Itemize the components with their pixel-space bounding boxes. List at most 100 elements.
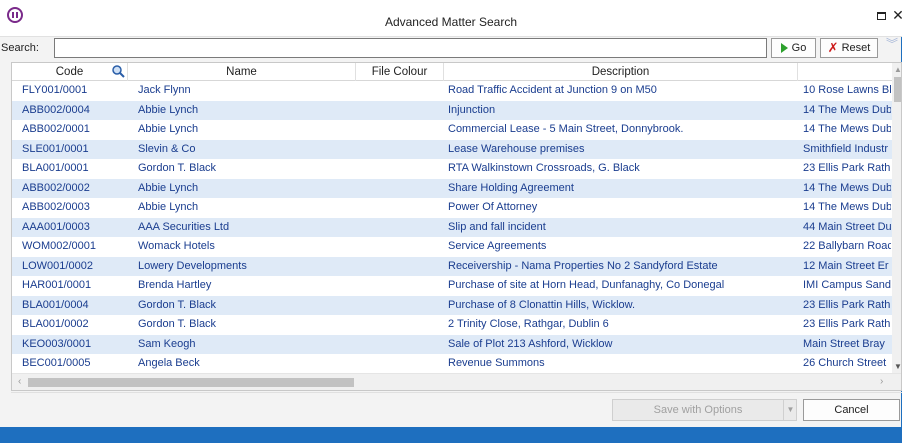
cell-address: 22 Ballybarn Roac: [803, 240, 891, 252]
cell-code: KEO003/0001: [22, 337, 92, 350]
table-row[interactable]: BLA001/0002 Gordon T. Black 2 Trinity Cl…: [12, 315, 892, 335]
table-row[interactable]: BEC001/0005 Angela Beck Revenue Summons …: [12, 354, 892, 374]
search-input[interactable]: [54, 38, 767, 58]
reset-x-icon: ✗: [827, 40, 839, 55]
cell-description: Road Traffic Accident at Junction 9 on M…: [448, 84, 657, 96]
go-button-label: Go: [791, 42, 807, 54]
scroll-left-icon[interactable]: ‹: [18, 376, 21, 387]
cell-name: Gordon T. Black: [138, 162, 217, 174]
cell-name: Lowery Developments: [138, 259, 247, 272]
reset-button[interactable]: ✗ Reset: [820, 38, 878, 58]
table-row[interactable]: ABB002/0001 Abbie Lynch Commercial Lease…: [12, 120, 892, 140]
grid-header: Code Name File Colour Description: [12, 63, 892, 81]
cell-code: BEC001/0005: [22, 357, 91, 369]
footer-divider: [11, 392, 902, 393]
reset-button-label: Reset: [841, 42, 871, 54]
restore-window-icon[interactable]: [874, 8, 888, 22]
cell-name: Abbie Lynch: [138, 103, 199, 116]
table-row[interactable]: FLY001/0001 Jack Flynn Road Traffic Acci…: [12, 81, 892, 101]
results-grid: Code Name File Colour Description FLY001…: [11, 62, 902, 391]
grid-rows: FLY001/0001 Jack Flynn Road Traffic Acci…: [12, 81, 892, 374]
scroll-up-icon[interactable]: ▲: [894, 65, 901, 74]
table-row[interactable]: ABB002/0002 Abbie Lynch Share Holding Ag…: [12, 178, 892, 198]
cell-address: 14 The Mews Dub: [803, 103, 891, 116]
chevron-down-icon[interactable]: ▼: [783, 400, 797, 420]
cell-name: Angela Beck: [138, 357, 200, 369]
horizontal-scrollbar[interactable]: ‹ ›: [12, 373, 901, 390]
collapse-chevrons-icon[interactable]: ︾: [884, 38, 900, 56]
cell-address: 14 The Mews Dub: [803, 201, 891, 213]
cell-code: ABB002/0003: [22, 201, 90, 213]
cell-code: BLA001/0001: [22, 162, 89, 174]
cell-description: Share Holding Agreement: [448, 181, 574, 194]
table-row[interactable]: BLA001/0001 Gordon T. Black RTA Walkinst…: [12, 159, 892, 179]
save-with-options-label: Save with Options: [653, 404, 743, 416]
table-row[interactable]: SLE001/0001 Slevin & Co Lease Warehouse …: [12, 139, 892, 159]
go-button[interactable]: Go: [771, 38, 816, 58]
scroll-down-icon[interactable]: ▼: [894, 362, 901, 371]
column-header-description[interactable]: Description: [444, 63, 798, 81]
table-row[interactable]: WOM002/0001 Womack Hotels Service Agreem…: [12, 237, 892, 257]
search-bar: Search: Go ✗ Reset ︾: [0, 37, 902, 59]
advanced-matter-search-window: Advanced Matter Search ✕ Search: Go ✗ Re…: [0, 0, 902, 443]
cell-description: Purchase of site at Horn Head, Dunfanagh…: [448, 279, 725, 291]
cell-description: Slip and fall incident: [448, 220, 546, 233]
table-row[interactable]: AAA001/0003 AAA Securities Ltd Slip and …: [12, 217, 892, 237]
cell-name: Jack Flynn: [138, 84, 191, 96]
magnifier-icon[interactable]: [111, 64, 125, 78]
cell-description: Receivership - Nama Properties No 2 Sand…: [448, 259, 718, 272]
cell-description: Service Agreements: [448, 240, 547, 252]
close-window-icon[interactable]: ✕: [891, 8, 902, 22]
window-title: Advanced Matter Search: [384, 15, 518, 29]
cell-name: Gordon T. Black: [138, 318, 217, 330]
cell-address: 23 Ellis Park Rathi: [803, 162, 891, 174]
cell-code: WOM002/0001: [22, 240, 96, 252]
cell-description: Sale of Plot 213 Ashford, Wicklow: [448, 337, 613, 350]
cell-name: Abbie Lynch: [138, 201, 199, 213]
cancel-button[interactable]: Cancel: [803, 399, 900, 421]
column-header-file-colour[interactable]: File Colour: [356, 63, 444, 81]
title-bar: Advanced Matter Search ✕: [0, 0, 902, 37]
cell-description: Commercial Lease - 5 Main Street, Donnyb…: [448, 123, 684, 135]
vertical-scroll-thumb[interactable]: [894, 77, 901, 102]
cell-code: HAR001/0001: [22, 279, 92, 291]
save-with-options-button[interactable]: Save with Options ▼: [612, 399, 797, 421]
cell-description: 2 Trinity Close, Rathgar, Dublin 6: [448, 318, 609, 330]
table-row[interactable]: KEO003/0001 Sam Keogh Sale of Plot 213 A…: [12, 334, 892, 354]
cell-code: LOW001/0002: [22, 259, 93, 272]
cell-name: Abbie Lynch: [138, 123, 199, 135]
cell-description: Lease Warehouse premises: [448, 142, 585, 155]
cell-code: BLA001/0002: [22, 318, 89, 330]
cell-code: ABB002/0002: [22, 181, 90, 194]
cell-code: ABB002/0004: [22, 103, 90, 116]
column-header-name[interactable]: Name: [128, 63, 356, 81]
window-bottom-border: [0, 427, 902, 443]
cell-code: AAA001/0003: [22, 220, 90, 233]
cell-description: Purchase of 8 Clonattin Hills, Wicklow.: [448, 298, 636, 311]
scroll-right-icon[interactable]: ›: [880, 376, 883, 387]
cell-address: 44 Main Street Du: [803, 220, 891, 233]
cell-name: Slevin & Co: [138, 142, 196, 155]
cell-address: 23 Ellis Park Rathi: [803, 298, 891, 311]
cell-description: RTA Walkinstown Crossroads, G. Black: [448, 162, 640, 174]
cell-address: 14 The Mews Dub: [803, 123, 891, 135]
cell-address: 14 The Mews Dub: [803, 181, 891, 194]
cell-code: FLY001/0001: [22, 84, 88, 96]
cell-name: Womack Hotels: [138, 240, 215, 252]
cell-address: Main Street Bray: [803, 337, 885, 350]
cell-code: BLA001/0004: [22, 298, 89, 311]
horizontal-scroll-thumb[interactable]: [28, 378, 354, 387]
table-row[interactable]: ABB002/0003 Abbie Lynch Power Of Attorne…: [12, 198, 892, 218]
table-row[interactable]: ABB002/0004 Abbie Lynch Injunction 14 Th…: [12, 100, 892, 120]
table-row[interactable]: LOW001/0002 Lowery Developments Receiver…: [12, 256, 892, 276]
table-row[interactable]: HAR001/0001 Brenda Hartley Purchase of s…: [12, 276, 892, 296]
cell-name: Sam Keogh: [138, 337, 196, 350]
play-icon: [780, 43, 788, 53]
vertical-scrollbar[interactable]: ▲ ▼: [892, 63, 901, 373]
table-row[interactable]: BLA001/0004 Gordon T. Black Purchase of …: [12, 295, 892, 315]
cell-name: Gordon T. Black: [138, 298, 217, 311]
cell-address: 12 Main Street Er: [803, 259, 889, 272]
cell-code: SLE001/0001: [22, 142, 89, 155]
column-header-address[interactable]: [798, 63, 892, 81]
cell-name: AAA Securities Ltd: [138, 220, 230, 233]
